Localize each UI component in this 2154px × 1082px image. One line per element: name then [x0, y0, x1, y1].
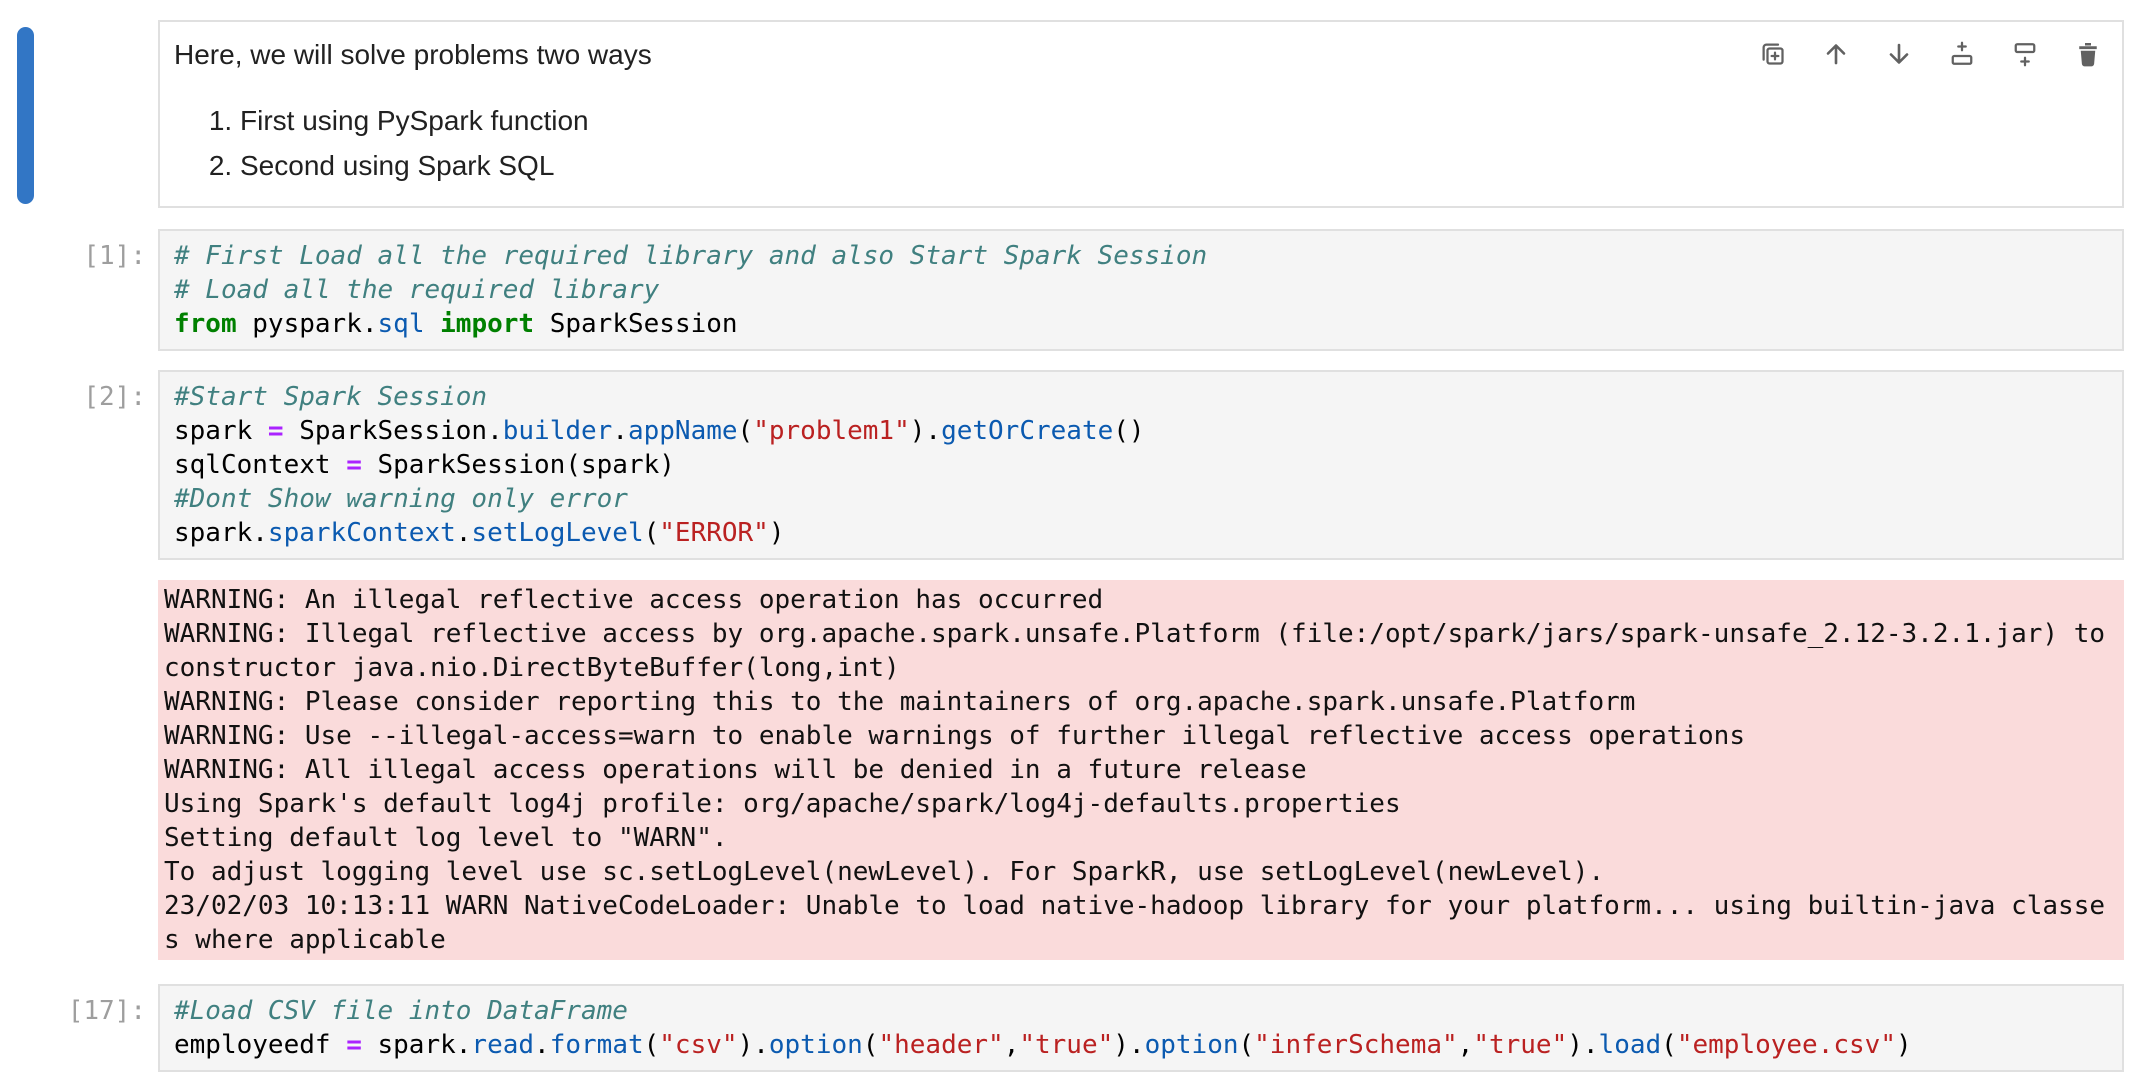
- cell-toolbar: [1757, 38, 2104, 70]
- insert-cell-above-icon[interactable]: [1946, 38, 1978, 70]
- code-editor[interactable]: #Start Spark Sessionspark = SparkSession…: [158, 370, 2124, 560]
- stderr-line: Using Spark's default log4j profile: org…: [164, 787, 2120, 821]
- stderr-line: WARNING: Please consider reporting this …: [164, 685, 2120, 719]
- markdown-list-item: Second using Spark SQL: [240, 143, 2106, 188]
- stderr-line: WARNING: Use --illegal-access=warn to en…: [164, 719, 2120, 753]
- code-line: spark = SparkSession.builder.appName("pr…: [174, 414, 2108, 448]
- move-cell-down-icon[interactable]: [1883, 38, 1915, 70]
- stderr-line: WARNING: Illegal reflective access by or…: [164, 617, 2120, 651]
- code-line: #Load CSV file into DataFrame: [174, 994, 2108, 1028]
- insert-cell-below-icon[interactable]: [2009, 38, 2041, 70]
- delete-cell-icon[interactable]: [2072, 38, 2104, 70]
- code-line: spark.sparkContext.setLogLevel("ERROR"): [174, 516, 2108, 550]
- code-line: employeedf = spark.read.format("csv").op…: [174, 1028, 2108, 1062]
- code-line: sqlContext = SparkSession(spark): [174, 448, 2108, 482]
- stderr-output: WARNING: An illegal reflective access op…: [158, 580, 2124, 960]
- execution-prompt: [17]:: [0, 984, 158, 1072]
- execution-prompt: [1]:: [0, 229, 158, 351]
- code-cell-1-wrapper: [1]: # First Load all the required libra…: [0, 229, 2154, 351]
- stderr-line: s where applicable: [164, 923, 2120, 957]
- code-line: #Dont Show warning only error: [174, 482, 2108, 516]
- markdown-list-item: First using PySpark function: [240, 98, 2106, 143]
- stderr-line: 23/02/03 10:13:11 WARN NativeCodeLoader:…: [164, 889, 2120, 923]
- markdown-list: First using PySpark functionSecond using…: [174, 98, 2106, 188]
- move-cell-up-icon[interactable]: [1820, 38, 1852, 70]
- code-cell-row: [2]: #Start Spark Sessionspark = SparkSe…: [0, 370, 2124, 560]
- code-editor[interactable]: #Load CSV file into DataFrameemployeedf …: [158, 984, 2124, 1072]
- markdown-cell[interactable]: Here, we will solve problems two ways Fi…: [158, 20, 2124, 208]
- stderr-line: Setting default log level to "WARN".: [164, 821, 2120, 855]
- markdown-cell-row: Here, we will solve problems two ways Fi…: [0, 20, 2124, 208]
- code-line: from pyspark.sql import SparkSession: [174, 307, 2108, 341]
- code-line: # First Load all the required library an…: [174, 239, 2108, 273]
- code-cell-row: [17]: #Load CSV file into DataFrameemplo…: [0, 984, 2124, 1072]
- execution-prompt: [2]:: [0, 370, 158, 560]
- stderr-line: To adjust logging level use sc.setLogLev…: [164, 855, 2120, 889]
- code-line: #Start Spark Session: [174, 380, 2108, 414]
- stderr-line: WARNING: All illegal access operations w…: [164, 753, 2120, 787]
- duplicate-cell-icon[interactable]: [1757, 38, 1789, 70]
- stderr-line: constructor java.nio.DirectByteBuffer(lo…: [164, 651, 2120, 685]
- code-cell-row: [1]: # First Load all the required libra…: [0, 229, 2124, 351]
- code-cell-2-wrapper: [2]: #Start Spark Sessionspark = SparkSe…: [0, 370, 2154, 960]
- markdown-prompt-gutter: [0, 20, 158, 208]
- stderr-line: WARNING: An illegal reflective access op…: [164, 583, 2120, 617]
- code-line: # Load all the required library: [174, 273, 2108, 307]
- code-cell-17-wrapper: [17]: #Load CSV file into DataFrameemplo…: [0, 984, 2154, 1072]
- notebook-area: Here, we will solve problems two ways Fi…: [0, 20, 2154, 1072]
- code-editor[interactable]: # First Load all the required library an…: [158, 229, 2124, 351]
